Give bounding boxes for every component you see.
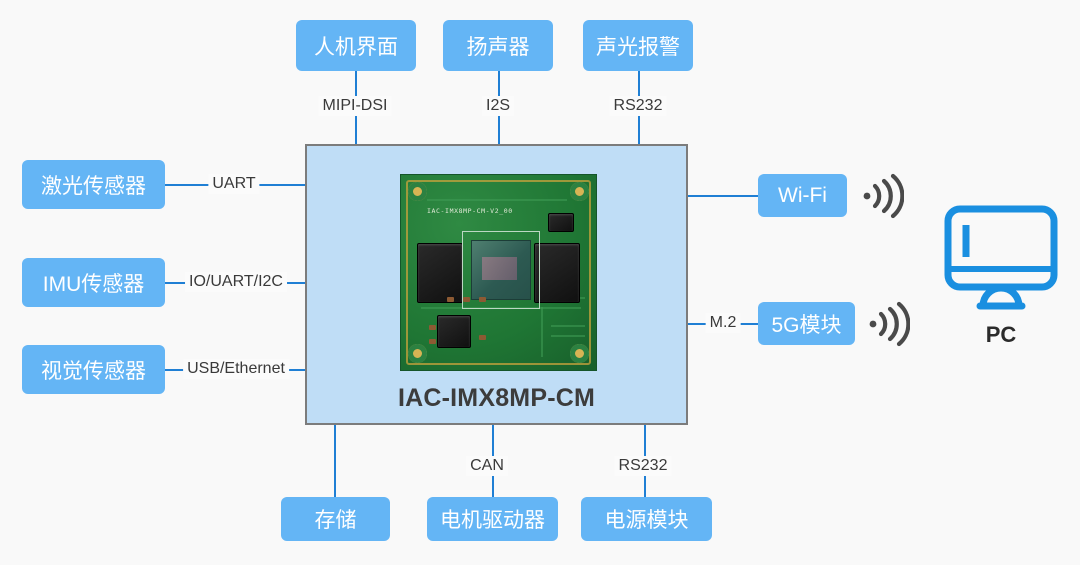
node-hmi-label: 人机界面: [314, 35, 398, 59]
monitor-icon: [944, 205, 1058, 310]
node-speaker-label: 扬声器: [466, 35, 530, 59]
pcb-mounting-hole: [570, 344, 589, 363]
node-power-module-label: 电源模块: [604, 509, 689, 532]
interface-label-i2s: I2S: [481, 96, 515, 116]
interface-label-rs232-power: RS232: [614, 456, 672, 476]
pcb-trace: [541, 307, 543, 357]
main-board-panel: IAC-IMX8MP-CM-V2_00 IAC-IMX8MP-CM: [305, 144, 688, 425]
pcb-trace: [551, 325, 585, 327]
pcb-controller-chip: [437, 315, 471, 348]
node-power-module[interactable]: 电源模块: [581, 497, 712, 541]
node-vision-sensor-label: 视觉传感器: [41, 359, 146, 383]
node-vision-sensor[interactable]: 视觉传感器: [22, 345, 165, 394]
interface-label-usb-ethernet: USB/Ethernet: [183, 359, 289, 379]
pcb-small-chip: [548, 213, 574, 232]
pcb-mounting-hole: [408, 182, 427, 201]
connector-line-storage: [334, 425, 336, 497]
pcb-mounting-hole: [570, 182, 589, 201]
pc-label: PC: [985, 322, 1017, 347]
node-laser-sensor-label: 激光传感器: [41, 174, 146, 198]
pcb-memory-chip: [417, 243, 463, 303]
node-wifi[interactable]: Wi-Fi: [758, 174, 847, 217]
interface-label-m2: M.2: [705, 313, 741, 333]
node-wifi-label: Wi-Fi: [778, 183, 827, 207]
pcb-passive: [429, 325, 436, 330]
node-hmi[interactable]: 人机界面: [296, 20, 416, 71]
pcb-memory-chip: [534, 243, 580, 303]
pcb-passive: [447, 297, 454, 302]
node-5g-module[interactable]: 5G模块: [758, 302, 855, 345]
pcb-mounting-hole: [408, 344, 427, 363]
interface-label-io-uart-i2c: IO/UART/I2C: [185, 272, 287, 292]
interface-label-mipi-dsi: MIPI-DSI: [318, 96, 392, 116]
pcb-trace: [427, 199, 567, 201]
pcb-soc-die: [482, 257, 518, 281]
pcb-passive: [463, 297, 470, 302]
pcb-passive: [429, 339, 436, 344]
pcb-photo: IAC-IMX8MP-CM-V2_00: [400, 174, 597, 371]
pcb-soc: [471, 240, 531, 300]
interface-label-uart: UART: [208, 174, 260, 194]
wireless-signal-icon: [869, 301, 910, 347]
wireless-signal-icon: [863, 173, 904, 219]
pcb-soc-outline: [462, 231, 540, 309]
node-5g-module-label: 5G模块: [771, 313, 842, 337]
connector-line-wifi: [688, 195, 758, 197]
pcb-trace: [551, 335, 585, 337]
node-motor-driver-label: 电机驱动器: [440, 509, 545, 532]
board-caption: IAC-IMX8MP-CM: [397, 384, 596, 412]
node-storage[interactable]: 存储: [281, 497, 390, 541]
diagram-canvas: IAC-IMX8MP-CM-V2_00 IAC-IMX8MP-CM 人机界面 扬…: [0, 0, 1080, 565]
interface-label-rs232-alarm: RS232: [609, 96, 667, 116]
pcb-passive: [479, 335, 486, 340]
pcb-silkscreen-text: IAC-IMX8MP-CM-V2_00: [427, 207, 513, 215]
node-laser-sensor[interactable]: 激光传感器: [22, 160, 165, 209]
node-alarm-label: 声光报警: [596, 35, 680, 59]
node-imu-sensor-label: IMU传感器: [42, 272, 145, 296]
pcb-passive: [479, 297, 486, 302]
node-alarm[interactable]: 声光报警: [583, 20, 693, 71]
node-storage-label: 存储: [314, 509, 357, 532]
node-motor-driver[interactable]: 电机驱动器: [427, 497, 558, 541]
node-speaker[interactable]: 扬声器: [443, 20, 553, 71]
node-imu-sensor[interactable]: IMU传感器: [22, 258, 165, 307]
interface-label-can: CAN: [466, 456, 508, 476]
